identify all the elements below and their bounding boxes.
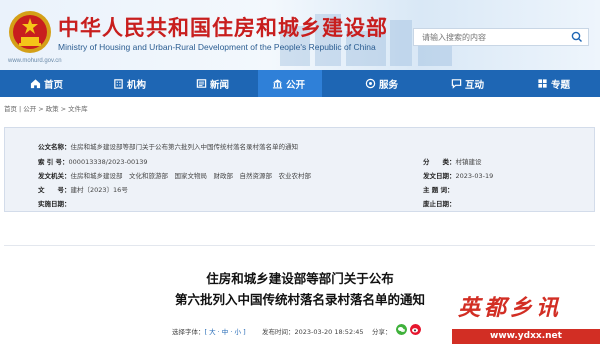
info-value: 建村〔2023〕16号 <box>70 186 128 194</box>
info-label: 发文日期： <box>423 172 456 180</box>
info-index: 索 引 号：000013338/2023-00139 <box>38 156 148 166</box>
font-size-selector: 选择字体：[ 大 · 中 · 小 ] <box>172 326 246 336</box>
chat-icon <box>451 79 462 89</box>
article-title-line1: 住房和城乡建设部等部门关于公布 <box>206 271 394 286</box>
watermark-logo-text: 英都乡讯 <box>458 295 563 321</box>
site-url: www.mohurd.gov.cn <box>8 58 62 64</box>
nav-label: 公开 <box>286 79 306 91</box>
publish-time-value: 2023-03-20 18:52:45 <box>294 328 364 336</box>
info-label: 公文名称： <box>38 143 71 151</box>
info-label: 实施日期： <box>38 200 71 208</box>
info-category: 分 类：村镇建设 <box>423 156 482 166</box>
info-label: 废止日期： <box>423 200 456 208</box>
nav-label: 机构 <box>127 79 147 91</box>
building-icon <box>114 79 123 89</box>
publish-time: 发布时间：2023-03-20 18:52:45 <box>262 326 364 336</box>
nav-label: 首页 <box>44 79 64 91</box>
info-label: 发文机关： <box>38 172 71 180</box>
site-title: 中华人民共和国住房和城乡建设部 <box>58 16 388 40</box>
weibo-share-icon[interactable] <box>410 324 421 335</box>
nav-label: 新闻 <box>210 79 230 91</box>
info-value: 村镇建设 <box>455 158 482 166</box>
info-issue-date: 发文日期：2023-03-19 <box>423 170 493 180</box>
nav-item-news[interactable]: 新闻 <box>196 70 229 97</box>
nav-label: 专题 <box>551 79 571 91</box>
share-label: 分享： <box>372 328 392 336</box>
font-size-options[interactable]: [ 大 · 中 · 小 ] <box>205 328 246 336</box>
home-icon <box>30 79 41 89</box>
nav-label: 服务 <box>379 79 399 91</box>
search-box <box>413 28 589 46</box>
open-icon <box>272 79 283 89</box>
info-public-title: 公文名称：住房和城乡建设部等部门关于公布第六批列入中国传统村落名录村落名单的通知 <box>38 141 298 151</box>
breadcrumb: 首页 | 公开 > 政策 > 文件库 <box>4 105 88 113</box>
nav-label: 互动 <box>465 79 485 91</box>
breadcrumb-home[interactable]: 首页 <box>4 105 17 113</box>
breadcrumb-public[interactable]: 公开 <box>23 105 36 113</box>
nav-item-interact[interactable]: 互动 <box>451 70 484 97</box>
info-value: 住房和城乡建设部等部门关于公布第六批列入中国传统村落名录村落名单的通知 <box>70 143 299 151</box>
nav-item-public[interactable]: 公开 <box>258 70 322 97</box>
topic-icon <box>538 79 547 88</box>
nav-item-organization[interactable]: 机构 <box>113 70 146 97</box>
info-effective-date: 实施日期： <box>38 198 71 208</box>
site-subtitle: Ministry of Housing and Urban-Rural Deve… <box>58 42 376 52</box>
info-label: 索 引 号： <box>38 158 69 166</box>
info-subject: 主 题 词： <box>423 184 454 194</box>
search-icon[interactable] <box>570 31 584 43</box>
publish-time-label: 发布时间： <box>262 328 295 336</box>
nav-item-topic[interactable]: 专题 <box>537 70 570 97</box>
service-icon <box>365 78 376 89</box>
info-label: 文 号： <box>38 186 71 194</box>
national-emblem-icon <box>9 11 51 53</box>
breadcrumb-policy[interactable]: 政策 <box>46 105 59 113</box>
wechat-share-icon[interactable] <box>396 324 407 335</box>
info-expiry-date: 废止日期： <box>423 198 456 208</box>
info-value: 000013338/2023-00139 <box>68 158 148 166</box>
site-header: 中华人民共和国住房和城乡建设部 Ministry of Housing and … <box>0 0 600 70</box>
search-input[interactable] <box>414 29 564 45</box>
nav-item-home[interactable]: 首页 <box>30 70 63 97</box>
info-issuer: 发文机关：住房和城乡建设部 文化和旅游部 国家文物局 财政部 自然资源部 农业农… <box>38 170 311 180</box>
main-nav: 首页 机构 新闻 公开 服务 互动 专题 <box>0 70 600 97</box>
font-size-label: 选择字体： <box>172 328 205 336</box>
watermark-url: www.ydxx.net <box>452 329 600 344</box>
info-value: 住房和城乡建设部 文化和旅游部 国家文物局 财政部 自然资源部 农业农村部 <box>70 172 312 180</box>
info-label: 分 类： <box>423 158 456 166</box>
news-icon <box>196 79 207 88</box>
breadcrumb-library[interactable]: 文件库 <box>68 105 88 113</box>
info-value: 2023-03-19 <box>455 172 494 180</box>
nav-item-service[interactable]: 服务 <box>365 70 398 97</box>
info-label: 主 题 词： <box>423 186 454 194</box>
info-doc-number: 文 号：建村〔2023〕16号 <box>38 184 128 194</box>
